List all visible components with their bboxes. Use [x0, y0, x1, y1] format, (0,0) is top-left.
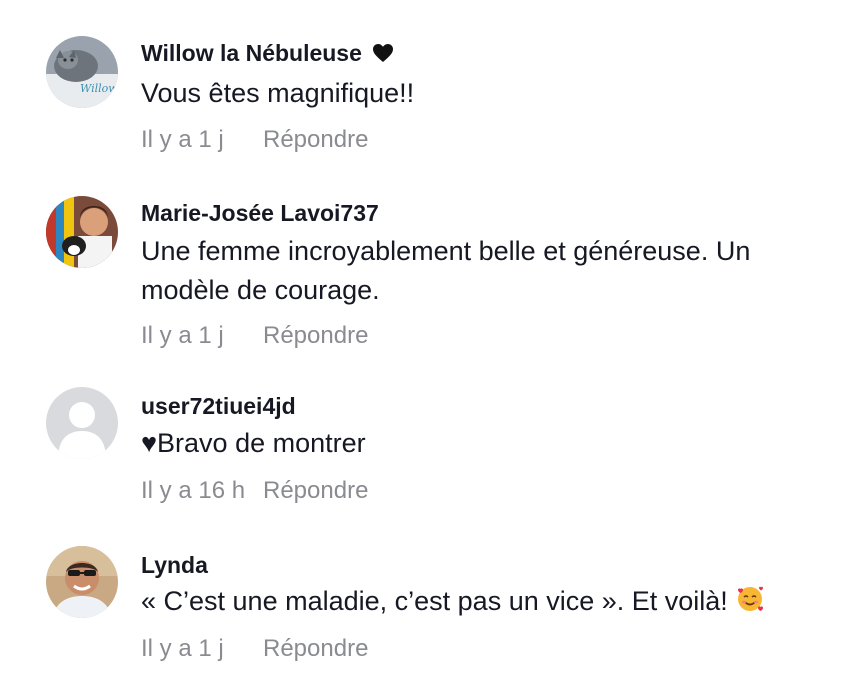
comment-meta: Il y a 1 j Répondre	[141, 322, 368, 350]
avatar[interactable]	[46, 546, 118, 618]
comment-timestamp: Il y a 1 j	[141, 322, 224, 349]
woman-with-cat-avatar-image	[46, 196, 118, 268]
comment-username[interactable]: user72tiuei4jd	[141, 392, 296, 420]
comment-meta: Il y a 16 h Répondre	[141, 477, 368, 505]
reply-button[interactable]: Répondre	[263, 322, 368, 349]
comment-text: « C’est une maladie, c’est pas un vice »…	[141, 582, 831, 621]
comment-timestamp: Il y a 1 j	[141, 635, 224, 662]
smiling-face-with-hearts-icon	[735, 584, 765, 614]
comment-timestamp: Il y a 16 h	[141, 477, 246, 504]
comment-meta: Il y a 1 j Répondre	[141, 635, 368, 663]
comment-username[interactable]: Lynda	[141, 551, 208, 579]
comment-username[interactable]: Marie-Josée Lavoi737	[141, 199, 379, 227]
avatar[interactable]	[46, 387, 118, 459]
avatar[interactable]: Willow	[46, 36, 118, 108]
comment-text: Vous êtes magnifique!!	[141, 78, 415, 108]
man-with-sunglasses-avatar-image	[46, 546, 118, 618]
comment-timestamp: Il y a 1 j	[141, 126, 224, 153]
reply-button[interactable]: Répondre	[263, 635, 368, 662]
cat-photo-avatar-image: Willow	[46, 36, 118, 108]
comment-username[interactable]: Willow la Nébuleuse	[141, 39, 394, 69]
default-user-avatar-icon	[46, 387, 118, 459]
reply-button[interactable]: Répondre	[263, 477, 368, 504]
username-text[interactable]: Willow la Nébuleuse	[141, 40, 362, 66]
reply-button[interactable]: Répondre	[263, 126, 368, 153]
comment-text: ♥Bravo de montrer	[141, 428, 366, 458]
comment-text-content: « C’est une maladie, c’est pas un vice »…	[141, 586, 728, 616]
comment-text: Une femme incroyablement belle et génére…	[141, 236, 751, 305]
avatar-caption: Willow	[80, 82, 118, 95]
avatar[interactable]	[46, 196, 118, 268]
comment-meta: Il y a 1 j Répondre	[141, 126, 368, 154]
black-heart-icon	[372, 41, 394, 69]
